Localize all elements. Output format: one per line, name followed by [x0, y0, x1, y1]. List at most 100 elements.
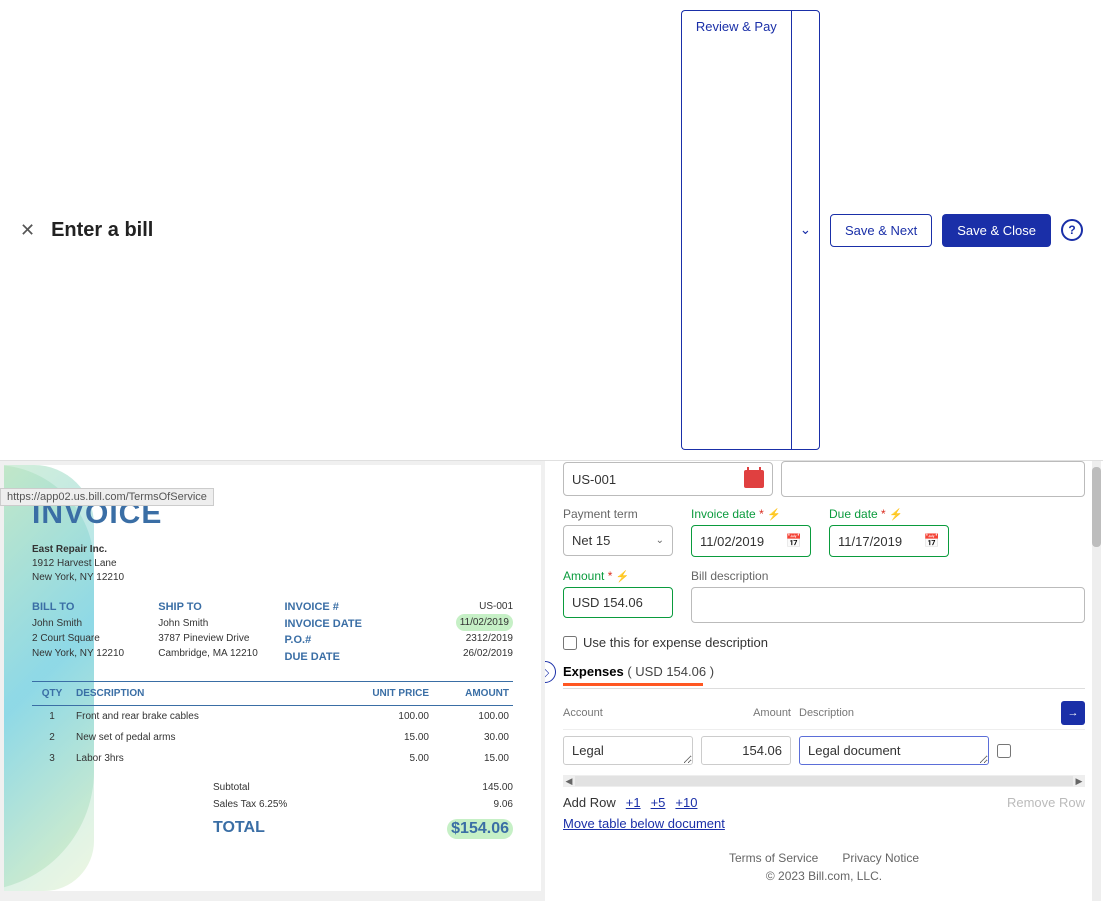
page-title: Enter a bill [51, 219, 153, 242]
payment-term-select[interactable]: Net 15 ⌄ [563, 525, 673, 556]
help-icon[interactable]: ? [1061, 219, 1083, 241]
table-row: 3Labor 3hrs5.0015.00 [32, 748, 513, 769]
invoice-number-input[interactable]: US-001 [563, 462, 773, 496]
use-expense-label: Use this for expense description [583, 635, 768, 650]
th-amt: AMOUNT [433, 682, 513, 706]
scroll-left-icon[interactable]: ◀ [563, 776, 575, 787]
top-row: US-001 [563, 461, 1085, 497]
status-bar-url: https://app02.us.bill.com/TermsOfService [0, 488, 214, 506]
row-checkbox[interactable] [997, 744, 1011, 758]
calendar-icon[interactable]: 📅 [786, 533, 802, 549]
vertical-scrollbar[interactable] [1092, 461, 1101, 901]
description-cell[interactable]: Legal document [799, 736, 989, 765]
calendar-icon[interactable] [744, 470, 764, 488]
tax-val: 9.06 [494, 799, 513, 810]
company-addr2: New York, NY 12210 [32, 571, 513, 585]
amount-cell[interactable]: 154.06 [701, 736, 791, 765]
document-preview-pane: INVOICE East Repair Inc. 1912 Harvest La… [0, 461, 545, 901]
scrollbar-track[interactable] [575, 776, 1073, 786]
calendar-icon[interactable]: 📅 [924, 533, 940, 549]
add-row-plus5[interactable]: +5 [651, 795, 666, 810]
meta-labels-col: INVOICE # INVOICE DATE P.O.# DUE DATE [285, 599, 387, 665]
save-next-button[interactable]: Save & Next [830, 214, 932, 247]
scroll-right-icon[interactable]: ▶ [1073, 776, 1085, 787]
review-pay-button[interactable]: Review & Pay [681, 10, 791, 450]
th-qty: QTY [32, 682, 72, 706]
close-icon[interactable]: ✕ [20, 220, 35, 241]
invoice-date-input[interactable]: 11/02/2019 📅 [691, 525, 811, 557]
ship-to-addr1: 3787 Pineview Drive [158, 631, 260, 646]
bill-to-col: BILL TO John Smith 2 Court Square New Yo… [32, 599, 134, 665]
table-row: 2New set of pedal arms15.0030.00 [32, 727, 513, 748]
header-right: Review & Pay ⌄ Save & Next Save & Close … [681, 10, 1083, 450]
add-row-plus10[interactable]: +10 [675, 795, 697, 810]
expenses-tab-label: Expenses [563, 664, 624, 679]
th-unit: UNIT PRICE [353, 682, 433, 706]
move-table-link[interactable]: Move table below document [563, 816, 725, 831]
table-row: 1Front and rear brake cables100.00100.00 [32, 706, 513, 728]
bill-to-label: BILL TO [32, 599, 134, 616]
amount-field: Amount * ⚡ USD 154.06 [563, 569, 673, 623]
ship-to-addr2: Cambridge, MA 12210 [158, 646, 260, 661]
splitter-handle-icon[interactable]: ◇ [545, 661, 556, 683]
tab-underline [563, 683, 703, 686]
bill-desc-field: Bill description [691, 569, 1085, 623]
save-close-button[interactable]: Save & Close [942, 214, 1051, 247]
invoice-date-field: Invoice date * ⚡ 11/02/2019 📅 [691, 507, 811, 557]
col-account: Account [563, 707, 693, 719]
scrollbar-thumb[interactable] [1092, 467, 1101, 547]
expenses-tab[interactable]: Expenses ( USD 154.06 ) [563, 664, 1085, 683]
expenses-tab-amount: ( USD 154.06 ) [627, 664, 714, 679]
horizontal-scrollbar[interactable]: ◀ ▶ [563, 775, 1085, 787]
ship-to-name: John Smith [158, 616, 260, 631]
invoice-date-doc-label: INVOICE DATE [285, 616, 387, 633]
header: ✕ Enter a bill Review & Pay ⌄ Save & Nex… [0, 0, 1103, 461]
scroll-right-button[interactable]: → [1061, 701, 1085, 725]
col-amount: Amount [701, 707, 791, 719]
due-date-field: Due date * ⚡ 11/17/2019 📅 [829, 507, 949, 557]
subtotal-val: 145.00 [482, 782, 513, 793]
form-pane: ◇ US-001 Payment term Net 15 ⌄ Invoice d… [545, 461, 1103, 901]
po-val: 2312/2019 [411, 631, 513, 646]
bill-desc-label: Bill description [691, 569, 1085, 583]
ship-to-col: SHIP TO John Smith 3787 Pineview Drive C… [158, 599, 260, 665]
total-label: TOTAL [213, 819, 265, 839]
due-date-doc-label: DUE DATE [285, 649, 387, 666]
privacy-link[interactable]: Privacy Notice [842, 851, 919, 865]
invoice-num-val: US-001 [411, 599, 513, 614]
line-items-table: QTY DESCRIPTION UNIT PRICE AMOUNT 1Front… [32, 681, 513, 769]
add-row-plus1[interactable]: +1 [626, 795, 641, 810]
invoice-date-doc-val: 11/02/2019 [456, 614, 513, 631]
due-date-doc-val: 26/02/2019 [411, 646, 513, 661]
bolt-icon: ⚡ [616, 571, 630, 583]
top-right-textarea[interactable] [781, 461, 1085, 497]
review-pay-dropdown[interactable]: ⌄ [791, 10, 820, 450]
use-expense-checkbox[interactable] [563, 636, 577, 650]
bolt-icon: ⚡ [767, 509, 781, 521]
amount-row: Amount * ⚡ USD 154.06 Bill description [563, 569, 1085, 623]
amount-label: Amount * ⚡ [563, 569, 673, 583]
arrow-right-icon: → [1068, 707, 1079, 719]
doc-columns: BILL TO John Smith 2 Court Square New Yo… [32, 599, 513, 665]
subtotal-label: Subtotal [213, 782, 250, 793]
footer: Terms of Service Privacy Notice © 2023 B… [563, 851, 1085, 883]
grid-header: Account Amount Description → [563, 697, 1085, 730]
chevron-down-icon: ⌄ [656, 535, 664, 546]
payment-term-label: Payment term [563, 507, 673, 521]
account-cell[interactable]: Legal [563, 736, 693, 765]
invoice-document: INVOICE East Repair Inc. 1912 Harvest La… [4, 465, 541, 891]
bill-to-addr2: New York, NY 12210 [32, 646, 134, 661]
total-val: $154.06 [447, 819, 513, 839]
due-date-input[interactable]: 11/17/2019 📅 [829, 525, 949, 557]
date-row: Payment term Net 15 ⌄ Invoice date * ⚡ 1… [563, 507, 1085, 557]
due-date-value: 11/17/2019 [838, 534, 902, 549]
tos-link[interactable]: Terms of Service [729, 851, 818, 865]
copyright: © 2023 Bill.com, LLC. [563, 869, 1085, 883]
invoice-date-value: 11/02/2019 [700, 534, 764, 549]
payment-term-field: Payment term Net 15 ⌄ [563, 507, 673, 557]
header-left: ✕ Enter a bill [20, 219, 153, 242]
po-label: P.O.# [285, 632, 387, 649]
remove-row-button[interactable]: Remove Row [1007, 795, 1085, 810]
amount-input[interactable]: USD 154.06 [563, 587, 673, 618]
bill-desc-textarea[interactable] [691, 587, 1085, 623]
